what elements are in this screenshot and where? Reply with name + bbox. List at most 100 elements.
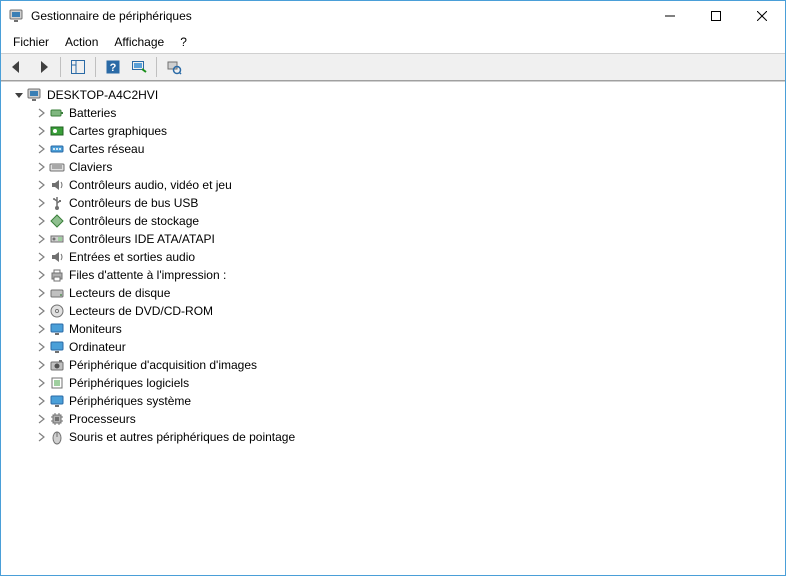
battery-icon [49,105,65,121]
tree-node[interactable]: Cartes graphiques [7,122,785,140]
scan-hardware-button[interactable] [127,56,151,78]
chevron-right-icon[interactable] [35,161,47,173]
tree-node-label: Contrôleurs IDE ATA/ATAPI [69,232,215,246]
chevron-right-icon[interactable] [35,431,47,443]
menu-action[interactable]: Action [57,33,106,51]
forward-button[interactable] [31,56,55,78]
tree-node[interactable]: Contrôleurs IDE ATA/ATAPI [7,230,785,248]
svg-text:?: ? [110,62,117,74]
software-icon [49,375,65,391]
tree-node-label: Périphériques système [69,394,191,408]
mouse-icon [49,429,65,445]
menu-help[interactable]: ? [172,33,195,51]
toolbar-separator [60,57,61,77]
chevron-right-icon[interactable] [35,251,47,263]
tree-node-label: Claviers [69,160,112,174]
chevron-right-icon[interactable] [35,341,47,353]
chevron-right-icon[interactable] [35,215,47,227]
toolbar-separator [156,57,157,77]
help-button[interactable]: ? [101,56,125,78]
tree-node[interactable]: Contrôleurs de stockage [7,212,785,230]
tree-node[interactable]: Contrôleurs de bus USB [7,194,785,212]
menu-view[interactable]: Affichage [106,33,172,51]
chevron-right-icon[interactable] [35,125,47,137]
tree-node[interactable]: Batteries [7,104,785,122]
tree-node[interactable]: Périphérique d'acquisition d'images [7,356,785,374]
tree-node[interactable]: Lecteurs de disque [7,284,785,302]
camera-icon [49,357,65,373]
tree-node-label: Contrôleurs audio, vidéo et jeu [69,178,232,192]
chevron-right-icon[interactable] [35,395,47,407]
computer-icon [49,339,65,355]
titlebar: Gestionnaire de périphériques [1,1,785,31]
tree-node[interactable]: Périphériques système [7,392,785,410]
tree-node[interactable]: Processeurs [7,410,785,428]
storage-icon [49,213,65,229]
ide-icon [49,231,65,247]
disk-icon [49,285,65,301]
properties-button[interactable] [162,56,186,78]
tree-node-label: Contrôleurs de stockage [69,214,199,228]
tree-node-label: Moniteurs [69,322,122,336]
tree-node-label: Lecteurs de DVD/CD-ROM [69,304,213,318]
chevron-down-icon[interactable] [13,89,25,101]
chevron-right-icon[interactable] [35,287,47,299]
tree-node-label: Souris et autres périphériques de pointa… [69,430,295,444]
audio-icon [49,177,65,193]
usb-icon [49,195,65,211]
chevron-right-icon[interactable] [35,413,47,425]
window-controls [647,1,785,31]
tree-root-label: DESKTOP-A4C2HVI [47,88,158,102]
device-manager-window: Gestionnaire de périphériques Fichier Ac… [0,0,786,576]
chevron-right-icon[interactable] [35,233,47,245]
tree-node-label: Périphérique d'acquisition d'images [69,358,257,372]
tree-node[interactable]: Lecteurs de DVD/CD-ROM [7,302,785,320]
tree-node[interactable]: Contrôleurs audio, vidéo et jeu [7,176,785,194]
tree-node[interactable]: Cartes réseau [7,140,785,158]
show-hide-tree-button[interactable] [66,56,90,78]
chevron-right-icon[interactable] [35,377,47,389]
menu-file[interactable]: Fichier [5,33,57,51]
tree-node-label: Files d'attente à l'impression : [69,268,226,282]
dvd-icon [49,303,65,319]
computer-tree-icon [9,8,25,24]
audio-io-icon [49,249,65,265]
back-button[interactable] [5,56,29,78]
tree-node-label: Périphériques logiciels [69,376,189,390]
tree-node-label: Ordinateur [69,340,126,354]
cpu-icon [49,411,65,427]
chevron-right-icon[interactable] [35,323,47,335]
chevron-right-icon[interactable] [35,359,47,371]
chevron-right-icon[interactable] [35,197,47,209]
tree-node[interactable]: Moniteurs [7,320,785,338]
device-tree[interactable]: DESKTOP-A4C2HVI Batteries Cartes graphiqu… [1,81,785,575]
tree-node[interactable]: Files d'attente à l'impression : [7,266,785,284]
tree-node[interactable]: Périphériques logiciels [7,374,785,392]
chevron-right-icon[interactable] [35,305,47,317]
tree-node[interactable]: Ordinateur [7,338,785,356]
toolbar: ? [1,53,785,81]
chevron-right-icon[interactable] [35,179,47,191]
computer-icon [27,87,43,103]
toolbar-separator [95,57,96,77]
network-icon [49,141,65,157]
menubar: Fichier Action Affichage ? [1,31,785,53]
tree-node-label: Lecteurs de disque [69,286,170,300]
tree-node-label: Cartes graphiques [69,124,167,138]
tree-root-node[interactable]: DESKTOP-A4C2HVI [7,86,785,104]
tree-node-label: Cartes réseau [69,142,144,156]
chevron-right-icon[interactable] [35,143,47,155]
tree-node-label: Processeurs [69,412,136,426]
chevron-right-icon[interactable] [35,107,47,119]
tree-node[interactable]: Entrées et sorties audio [7,248,785,266]
minimize-button[interactable] [647,1,693,31]
tree-node[interactable]: Souris et autres périphériques de pointa… [7,428,785,446]
tree-node-label: Entrées et sorties audio [69,250,195,264]
printer-icon [49,267,65,283]
chevron-right-icon[interactable] [35,269,47,281]
tree-node[interactable]: Claviers [7,158,785,176]
close-button[interactable] [739,1,785,31]
maximize-button[interactable] [693,1,739,31]
tree-children: Batteries Cartes graphiques Cartes réseau C… [7,104,785,446]
system-icon [49,393,65,409]
